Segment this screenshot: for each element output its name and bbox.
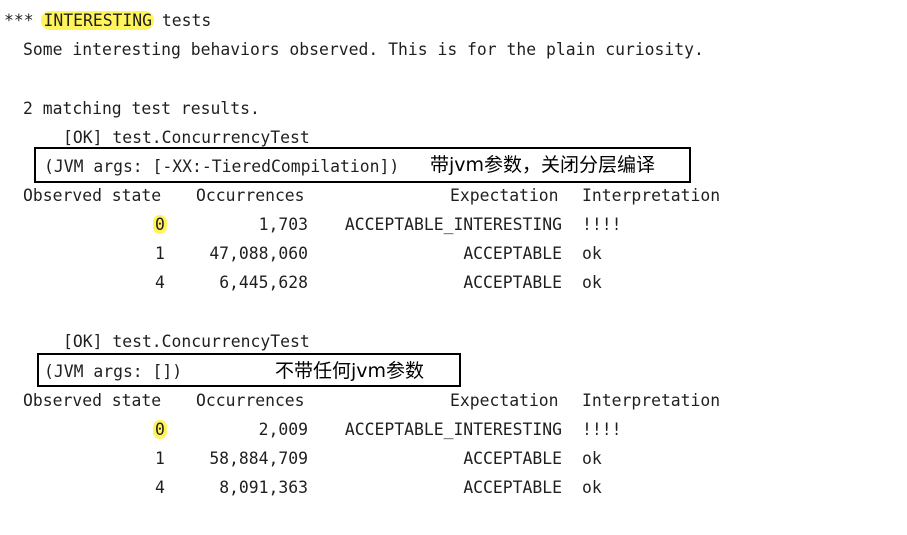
table-row-interpretation: !!!! bbox=[582, 215, 622, 234]
result-status: [OK] test.ConcurrencyTest bbox=[63, 332, 310, 351]
result-status: [OK] test.ConcurrencyTest bbox=[63, 128, 310, 147]
table-row-expectation: ACCEPTABLE bbox=[463, 273, 562, 292]
table-row-expectation: ACCEPTABLE bbox=[463, 244, 562, 263]
col-occurrences: Occurrences bbox=[196, 391, 305, 410]
table-row-occurrences: 1,703 bbox=[258, 215, 308, 234]
table-row-interpretation: ok bbox=[582, 478, 602, 497]
col-observed-state: Observed state bbox=[23, 186, 162, 205]
col-interpretation: Interpretation bbox=[582, 186, 721, 205]
table-row-occurrences: 58,884,709 bbox=[209, 449, 308, 468]
summary-text: 2 matching test results. bbox=[23, 99, 260, 118]
table-row-occurrences: 47,088,060 bbox=[209, 244, 308, 263]
table-row-interpretation: ok bbox=[582, 244, 602, 263]
table-row-expectation: ACCEPTABLE bbox=[463, 449, 562, 468]
table-row-occurrences: 8,091,363 bbox=[219, 478, 308, 497]
table-row-expectation: ACCEPTABLE_INTERESTING bbox=[344, 215, 562, 234]
table-row-state: 1 bbox=[155, 244, 165, 263]
jvm-args: (JVM args: []) bbox=[44, 362, 183, 381]
table-row-interpretation: ok bbox=[582, 449, 602, 468]
col-expectation: Expectation bbox=[450, 186, 559, 205]
table-row-state: 4 bbox=[155, 478, 165, 497]
col-observed-state: Observed state bbox=[23, 391, 162, 410]
header-description: Some interesting behaviors observed. Thi… bbox=[23, 40, 704, 59]
annotation-note: 带jvm参数，关闭分层编译 bbox=[430, 154, 656, 176]
interesting-keyword: INTERESTING bbox=[41, 11, 155, 30]
header-line: *** INTERESTING tests bbox=[4, 11, 211, 31]
table-row-occurrences: 2,009 bbox=[258, 420, 308, 439]
table-row-expectation: ACCEPTABLE_INTERESTING bbox=[344, 420, 562, 439]
col-expectation: Expectation bbox=[450, 391, 559, 410]
table-row-state: 0 bbox=[153, 420, 167, 440]
jvm-args: (JVM args: [-XX:-TieredCompilation]) bbox=[44, 157, 400, 176]
col-interpretation: Interpretation bbox=[582, 391, 721, 410]
table-row-state: 4 bbox=[155, 273, 165, 292]
table-row-interpretation: ok bbox=[582, 273, 602, 292]
table-row-expectation: ACCEPTABLE bbox=[463, 478, 562, 497]
highlighted-state: 0 bbox=[153, 420, 167, 439]
table-row-state: 1 bbox=[155, 449, 165, 468]
annotation-note: 不带任何jvm参数 bbox=[275, 360, 425, 382]
highlighted-state: 0 bbox=[153, 215, 167, 234]
col-occurrences: Occurrences bbox=[196, 186, 305, 205]
table-row-state: 0 bbox=[153, 215, 167, 235]
table-row-interpretation: !!!! bbox=[582, 420, 622, 439]
table-row-occurrences: 6,445,628 bbox=[219, 273, 308, 292]
header-prefix: *** bbox=[4, 11, 34, 30]
header-suffix: tests bbox=[161, 11, 212, 30]
